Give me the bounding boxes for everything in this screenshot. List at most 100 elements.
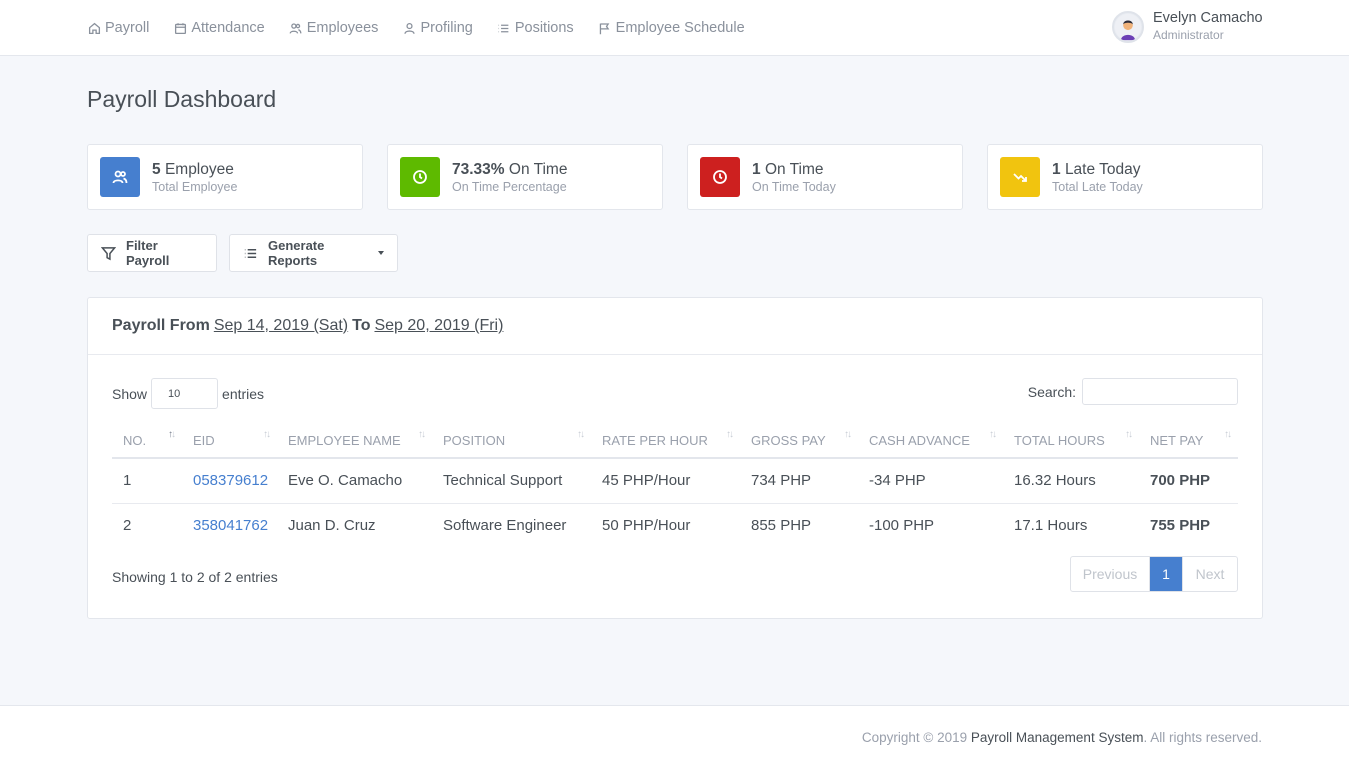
cell-no: 1 [112,458,182,504]
pagination: Previous 1 Next [1070,556,1238,592]
cell-net-pay: 700 PHP [1139,458,1238,504]
table-search: Search: [1028,378,1238,405]
stat-value: 1 [1052,160,1061,178]
search-label: Search: [1027,383,1076,400]
cell-employee-name: Juan D. Cruz [288,517,376,535]
filter-payroll-label: Filter Payroll [126,238,170,268]
payroll-from-date[interactable]: Sep 14, 2019 (Sat) [214,317,348,335]
col-header-gross-pay[interactable]: Gross Pay ↑↓ [740,424,858,459]
nav-label: Positions [514,20,574,36]
nav-item-attendance[interactable]: Attendance [173,20,265,36]
col-header-rate-per-hour[interactable]: Rate Per Hour ↑↓ [591,424,740,459]
cell-position: Technical Support [432,458,591,504]
payroll-prefix: Payroll From [112,317,210,334]
stat-value: 73.33% [452,160,505,178]
top-navbar: Payroll Attendance Employees Profiling P… [0,0,1349,56]
flag-icon [598,21,612,35]
list-icon [243,246,268,261]
cell-rate-per-hour: 45 PHP/Hour [591,458,740,504]
nav-item-employees[interactable]: Employees [289,20,379,36]
avatar [1112,10,1144,43]
table-row: 2 358041762 Juan D. Cruz Software Engine… [112,503,1238,548]
table-info: Showing 1 to 2 of 2 entries [112,569,278,585]
col-header-cash-advance[interactable]: Cash Advance ↑↓ [858,424,1003,459]
entries-length-control: Show 10 entries [112,378,264,409]
stat-sub: On Time Percentage [452,179,567,194]
payroll-to-date[interactable]: Sep 20, 2019 (Fri) [374,317,503,335]
entries-label: entries [222,385,265,402]
payroll-period-header: Payroll From Sep 14, 2019 (Sat) To Sep 2… [88,298,1262,355]
col-header-position[interactable]: Position ↑↓ [432,424,591,459]
table-header-row: No. ↑↓ EID ↑↓ Employee Name ↑↓ Position ↑↓ R… [112,424,1238,459]
stat-label: Late Today [1064,160,1141,178]
stat-label: Employee [164,160,234,178]
stat-label: On Time [764,160,824,178]
user-name: Evelyn Camacho [1153,10,1263,26]
stat-sub: On Time Today [752,179,836,194]
entries-select[interactable]: 10 [151,378,219,409]
stat-sub: Total Late Today [1052,179,1143,194]
page-title: Payroll Dashboard [87,86,277,112]
user-icon [402,21,416,35]
nav-item-payroll[interactable]: Payroll [87,20,149,36]
payroll-to-label: To [352,317,371,334]
user-menu[interactable]: Evelyn Camacho Administrator [1112,10,1263,43]
user-role: Administrator [1153,28,1224,42]
col-header-total-hours[interactable]: Total Hours ↑↓ [1003,424,1139,459]
footer: Copyright © 2019 Payroll Management Syst… [0,705,1349,767]
stat-card-late-today: 1 Late Today Total Late Today [987,144,1263,210]
copyright: Copyright © 2019 Payroll Management Syst… [862,730,1262,745]
home-icon [87,21,101,35]
stat-value: 5 [152,160,161,178]
clock-icon [700,157,740,197]
calendar-icon [173,21,187,35]
main-nav: Payroll Attendance Employees Profiling P… [87,0,769,56]
cell-total-hours: 17.1 Hours [1014,517,1088,535]
pagination-page-1[interactable]: 1 [1150,557,1183,591]
users-icon [100,157,140,197]
users-icon [289,21,303,35]
copyright-suffix: . All rights reserved. [1143,730,1262,745]
col-header-no[interactable]: No. ↑↓ [112,424,182,459]
cell-position: Software Engineer [443,517,567,535]
cell-gross-pay: 734 PHP [740,458,858,504]
cell-eid: 358041762 [182,503,277,548]
nav-label: Employees [306,20,379,36]
brand-link[interactable]: Payroll Management System [971,730,1144,745]
stat-card-on-time-percentage: 73.33% On Time On Time Percentage [387,144,663,210]
pagination-next[interactable]: Next [1183,557,1237,591]
cell-eid: 058379612 [182,458,277,504]
filter-icon [101,246,126,261]
col-header-eid[interactable]: EID ↑↓ [182,424,277,459]
show-label: Show [112,385,148,402]
nav-label: Employee Schedule [615,20,745,36]
payroll-table: No. ↑↓ EID ↑↓ Employee Name ↑↓ Position ↑↓ R… [112,424,1238,548]
generate-reports-button[interactable]: Generate Reports [229,234,398,272]
payroll-card: Payroll From Sep 14, 2019 (Sat) To Sep 2… [87,297,1263,619]
list-icon [497,21,511,35]
filter-payroll-button[interactable]: Filter Payroll [87,234,217,272]
nav-label: Attendance [191,20,265,36]
cell-gross-pay: 855 PHP [751,517,812,535]
copyright-prefix: Copyright © 2019 [861,730,968,745]
eid-link[interactable]: 358041762 [193,517,268,534]
cell-total-hours: 16.32 Hours [1003,458,1139,504]
cell-no: 2 [123,517,132,535]
col-header-employee-name[interactable]: Employee Name ↑↓ [277,424,432,459]
trending-down-icon [1000,157,1040,197]
cell-employee-name: Eve O. Camacho [277,458,432,504]
nav-item-profiling[interactable]: Profiling [402,20,473,36]
search-input[interactable] [1082,378,1238,405]
stat-card-total-employee: 5 Employee Total Employee [87,144,363,210]
cell-cash-advance: -100 PHP [869,517,935,535]
stat-value: 1 [752,160,761,178]
col-header-net-pay[interactable]: Net Pay ↑↓ [1139,424,1238,459]
nav-label: Payroll [105,20,150,36]
stat-card-on-time-today: 1 On Time On Time Today [687,144,963,210]
nav-item-employee-schedule[interactable]: Employee Schedule [598,20,745,36]
nav-item-positions[interactable]: Positions [497,20,574,36]
cell-net-pay: 755 PHP [1150,517,1211,535]
eid-link[interactable]: 058379612 [193,472,268,489]
stat-sub: Total Employee [152,179,238,194]
pagination-previous[interactable]: Previous [1071,557,1150,591]
